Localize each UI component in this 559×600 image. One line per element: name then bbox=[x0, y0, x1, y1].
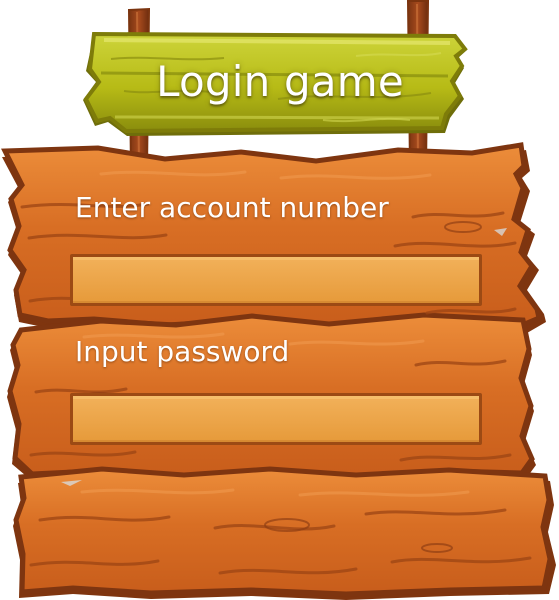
password-label: Input password bbox=[75, 335, 290, 368]
account-number-input[interactable] bbox=[70, 254, 482, 306]
game-title: Login game bbox=[156, 56, 404, 106]
login-sign: Login game Enter account number Input pa… bbox=[0, 0, 559, 600]
account-number-label: Enter account number bbox=[75, 191, 389, 224]
password-input[interactable] bbox=[70, 393, 482, 445]
